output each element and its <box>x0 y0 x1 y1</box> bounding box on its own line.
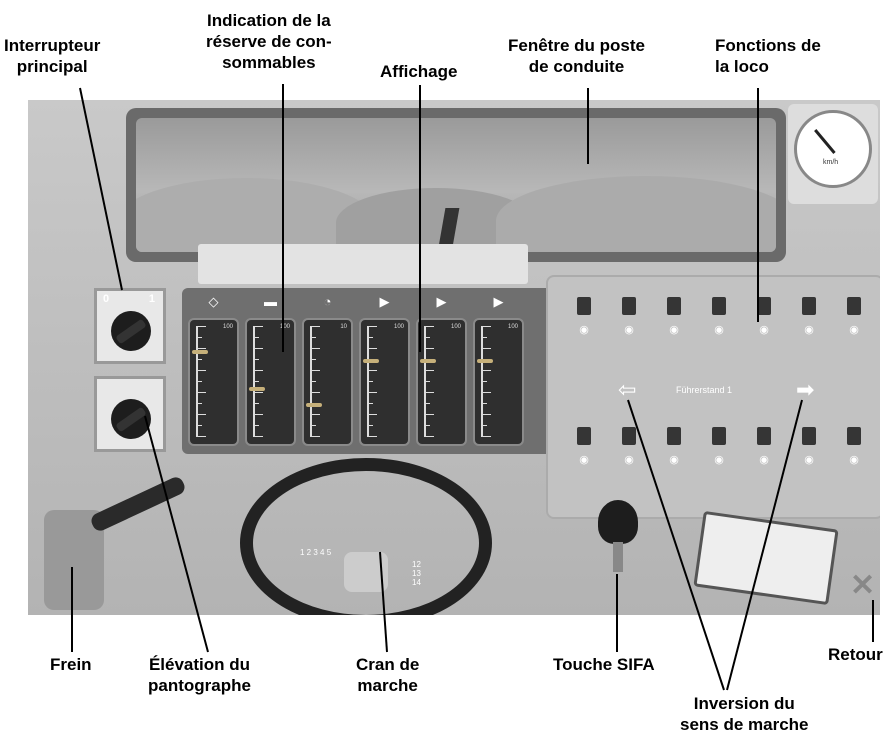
function-toggle[interactable] <box>622 427 636 445</box>
label-notch: Cran de marche <box>356 655 420 695</box>
consumables-display: ◇ 100 ▬ 100 ◔ 10 ▶ 100 ▶ 100 ▶ 100 <box>182 288 574 454</box>
function-toggle[interactable] <box>577 297 591 315</box>
gauge-max-label: 100 <box>507 324 518 330</box>
gauge-level-marker <box>192 350 208 355</box>
function-toggle[interactable] <box>667 427 681 445</box>
consumable-gauge: 100 <box>416 318 467 446</box>
label-display: Affichage <box>380 62 458 81</box>
throttle-notch-labels-high: 12 13 14 <box>412 560 421 587</box>
gauge-max-label: 100 <box>393 324 404 330</box>
function-toggle[interactable] <box>847 297 861 315</box>
speedometer-needle <box>814 129 836 154</box>
function-icon: ◉ <box>759 454 769 466</box>
speedometer: km/h <box>788 104 878 204</box>
function-toggle[interactable] <box>757 297 771 315</box>
gauge-max-label: 100 <box>450 324 461 330</box>
function-toggle[interactable] <box>712 297 726 315</box>
throttle-hub[interactable] <box>344 552 388 592</box>
window-view <box>136 118 776 252</box>
label-cab-window: Fenêtre du poste de conduite <box>508 36 645 76</box>
label-brake: Frein <box>50 655 92 674</box>
function-icon: ◉ <box>849 324 859 336</box>
consumable-gauge: 10 <box>302 318 353 446</box>
label-sifa: Touche SIFA <box>553 655 655 674</box>
speedometer-dial: km/h <box>794 110 872 188</box>
oil-can-icon: ▶ <box>379 294 390 309</box>
function-toggle[interactable] <box>802 297 816 315</box>
function-icon: ◉ <box>624 454 634 466</box>
oil-can-icon: ▶ <box>493 294 504 309</box>
function-toggle[interactable] <box>622 297 636 315</box>
timetable-clipboard[interactable] <box>693 510 839 606</box>
sand-icon: ▬ <box>264 294 277 309</box>
gauge-max-label: 10 <box>340 324 347 330</box>
loco-functions-panel: ⇦ Führerstand 1 ➡ ◉ ◉ ◉ ◉ ◉ ◉ ◉ ◉ ◉ ◉ ◉ ◉ ◉ ◉ <box>546 275 880 519</box>
pantograph-icon: ◇ <box>208 294 219 309</box>
label-consumables: Indication de la réserve de con- sommabl… <box>206 11 332 72</box>
cab-indicator: Führerstand 1 <box>676 385 733 395</box>
reverse-left-arrow[interactable]: ⇦ <box>618 377 636 403</box>
main-switch-on-label: 1 <box>148 293 155 305</box>
function-toggle[interactable] <box>667 297 681 315</box>
brake-handle[interactable] <box>88 474 188 534</box>
close-icon[interactable]: ✕ <box>850 568 875 603</box>
function-icon: ◉ <box>804 324 814 336</box>
throttle-notch-labels-low: 1 2 3 4 5 <box>300 548 332 557</box>
function-icon: ◉ <box>759 324 769 336</box>
main-switch-off-label: 0 <box>103 293 110 305</box>
function-toggle[interactable] <box>802 427 816 445</box>
gauge-level-marker <box>477 359 493 363</box>
pantograph-switch[interactable] <box>94 376 166 452</box>
label-reverse: Inversion du sens de marche <box>680 694 809 734</box>
label-main-switch: Interrupteur principal <box>4 36 101 76</box>
dashboard-shelf <box>198 244 528 284</box>
label-pantograph: Élévation du pantographe <box>148 655 251 695</box>
function-toggle[interactable] <box>847 427 861 445</box>
function-icon: ◉ <box>579 454 589 466</box>
gauge-max-label: 100 <box>222 324 233 330</box>
gauge-level-marker <box>306 403 322 407</box>
speedometer-unit: km/h <box>823 159 839 166</box>
function-toggle[interactable] <box>577 427 591 445</box>
function-icon: ◉ <box>579 324 589 336</box>
cab-scene: km/h 0 1 ◇ 100 ▬ 100 ◔ 10 ▶ 100 ▶ 100 ▶ 100 ⇦ Führe… <box>28 100 880 615</box>
gauge-level-marker <box>249 386 265 391</box>
reverse-right-arrow[interactable]: ➡ <box>796 377 814 403</box>
sifa-stalk <box>613 542 623 572</box>
function-icon: ◉ <box>714 324 724 336</box>
function-icon: ◉ <box>669 454 679 466</box>
main-switch-knob[interactable] <box>111 311 151 351</box>
pantograph-switch-knob[interactable] <box>111 399 151 439</box>
function-toggle[interactable] <box>757 427 771 445</box>
function-icon: ◉ <box>714 454 724 466</box>
cab-window[interactable] <box>126 108 786 262</box>
oil-can-icon: ▶ <box>436 294 447 309</box>
consumable-gauge: 100 <box>188 318 239 446</box>
label-loco-functions: Fonctions de la loco <box>715 36 821 76</box>
function-icon: ◉ <box>624 324 634 336</box>
main-switch[interactable]: 0 1 <box>94 288 166 364</box>
gauge-max-label: 100 <box>279 324 290 330</box>
consumable-gauge: 100 <box>359 318 410 446</box>
function-toggle[interactable] <box>712 427 726 445</box>
label-return: Retour <box>828 645 883 664</box>
sifa-button[interactable] <box>598 500 638 544</box>
gauge-level-marker <box>420 359 436 363</box>
function-icon: ◉ <box>804 454 814 466</box>
function-icon: ◉ <box>849 454 859 466</box>
gauge-level-marker <box>363 359 379 363</box>
speed-limit-icon: ◔ <box>323 294 332 309</box>
consumable-gauge: 100 <box>473 318 524 446</box>
consumable-gauge: 100 <box>245 318 296 446</box>
function-icon: ◉ <box>669 324 679 336</box>
